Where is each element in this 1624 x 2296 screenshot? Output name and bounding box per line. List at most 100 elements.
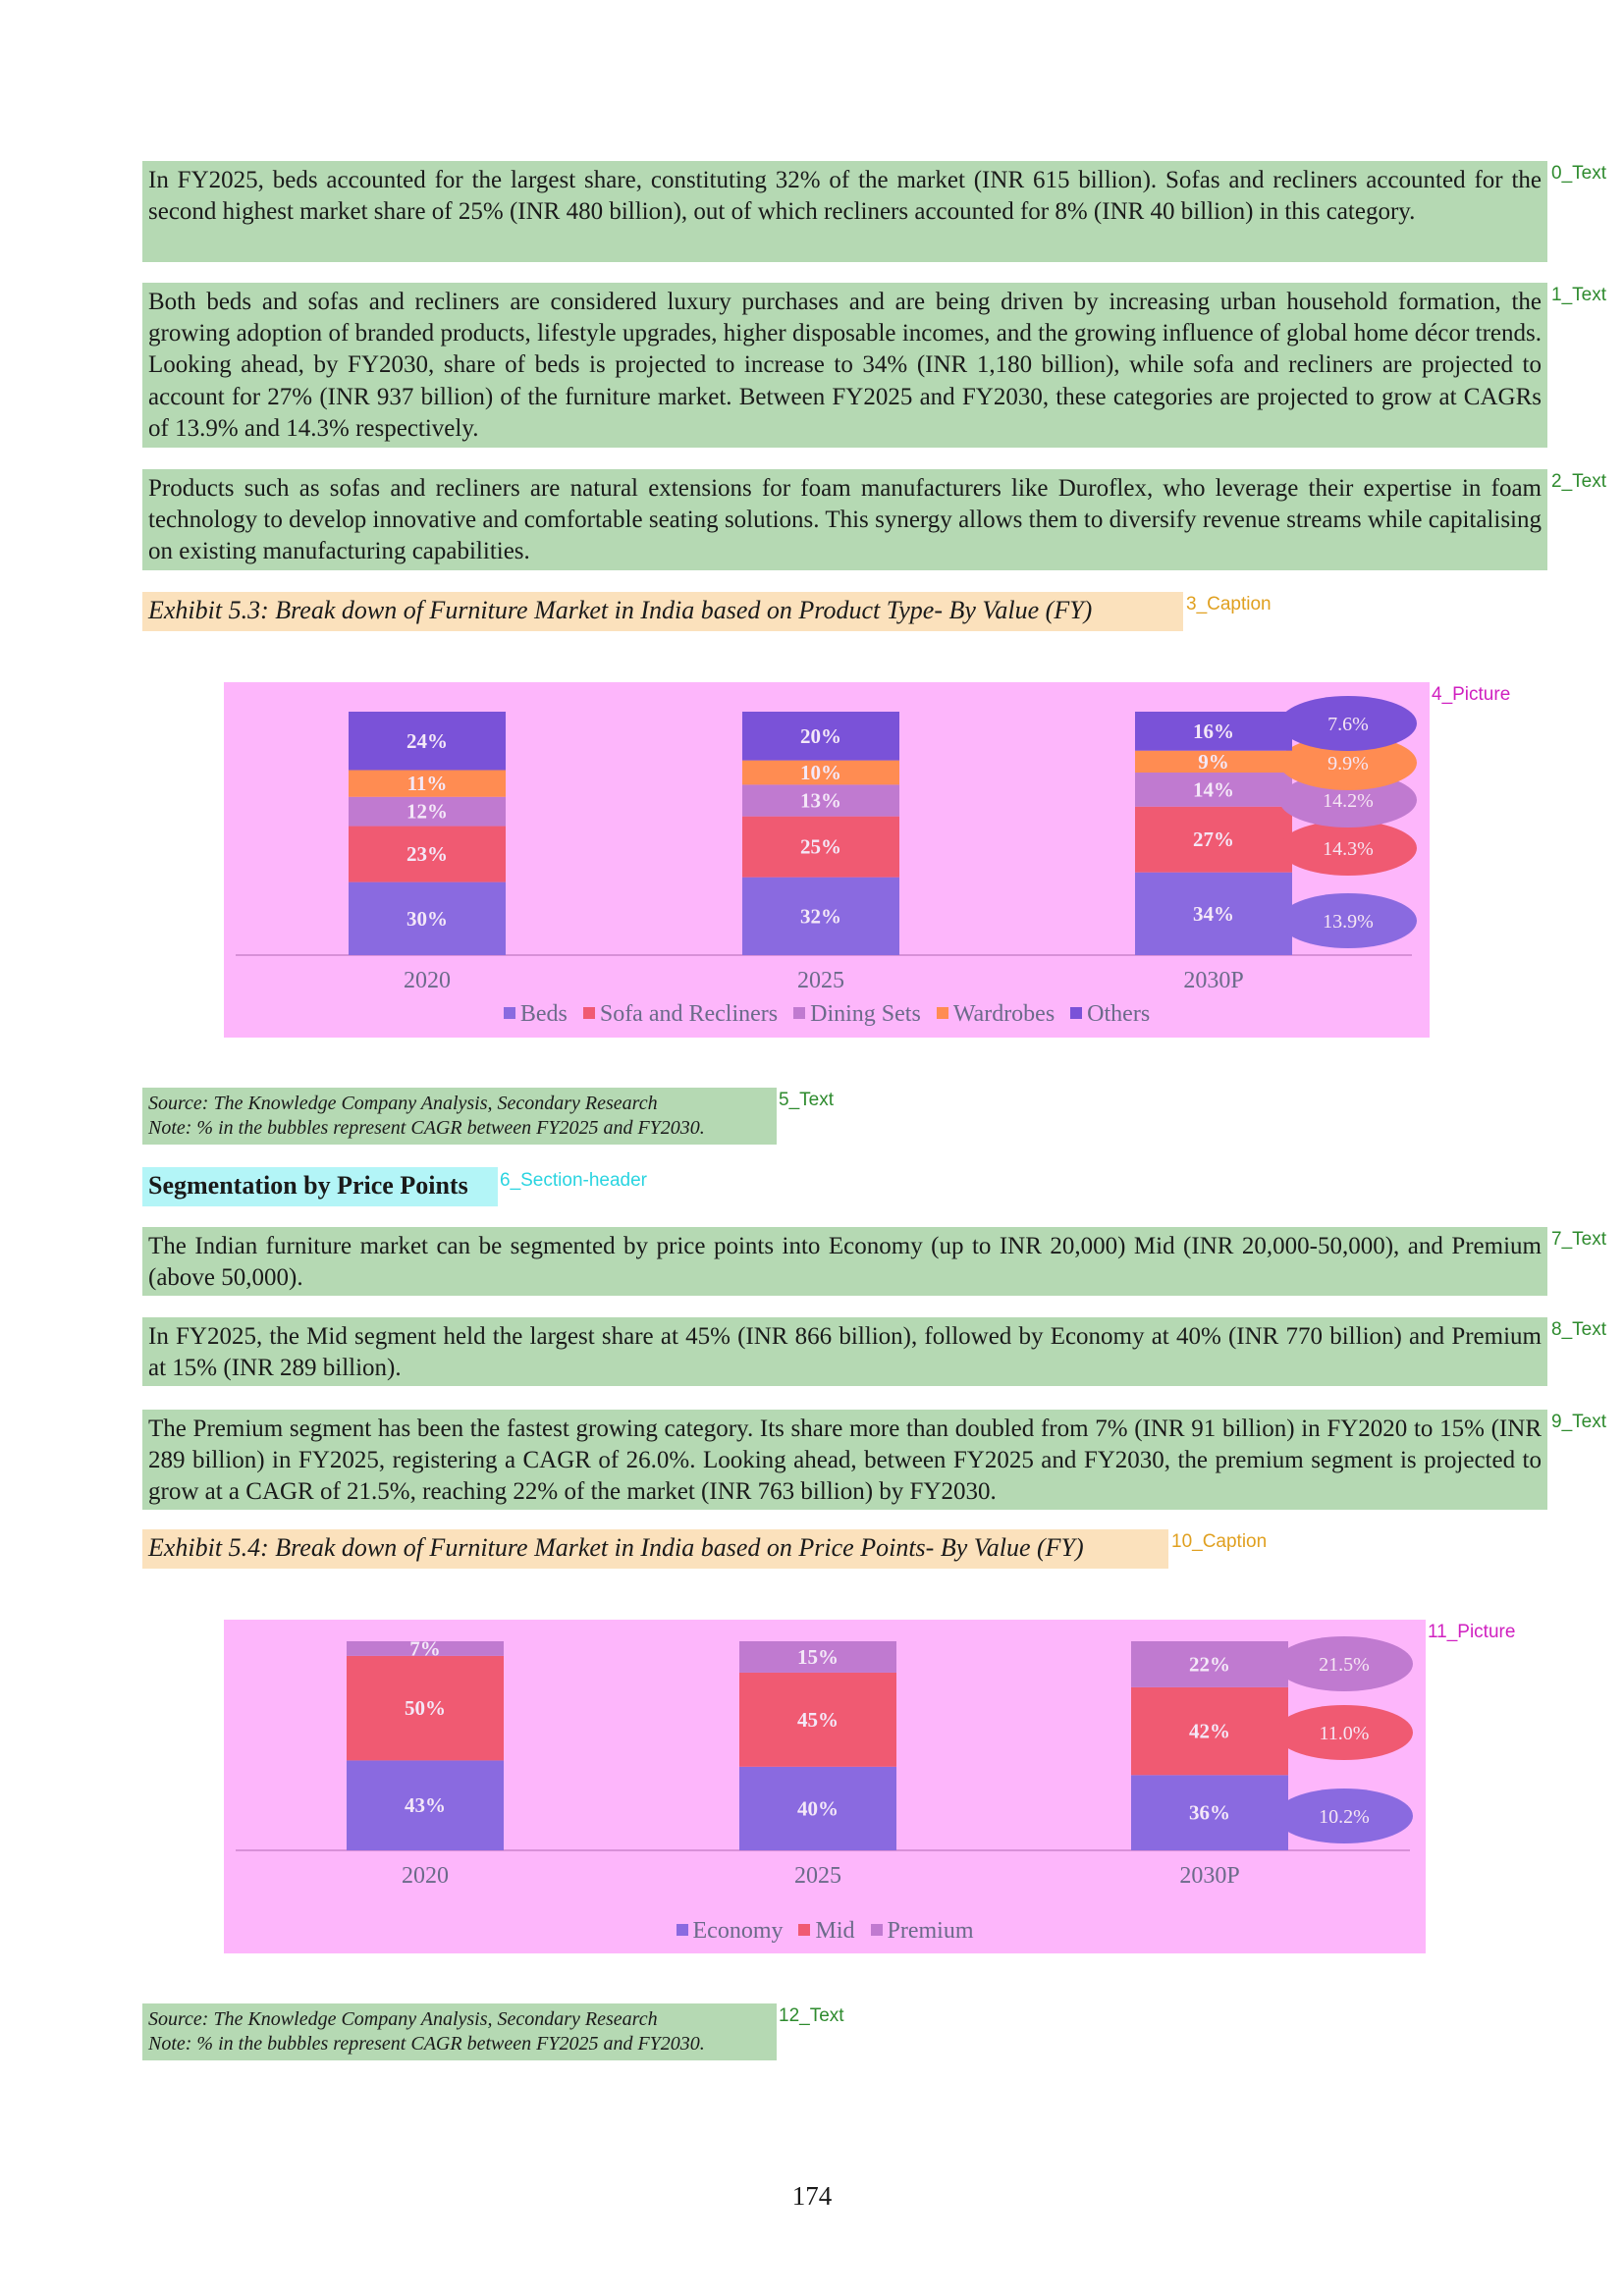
data-label-premium-2025: 15% [797, 1645, 839, 1669]
data-label-economy-2025: 40% [797, 1796, 839, 1820]
source-note-2: Source: The Knowledge Company Analysis, … [142, 2003, 777, 2060]
legend-label-mid: Mid [815, 1918, 855, 1944]
data-label-others-2030p: 16% [1193, 720, 1234, 743]
data-label-economy-2030p: 36% [1189, 1801, 1230, 1825]
legend-item-mid: Mid [798, 1918, 855, 1945]
paragraph-0-text: In FY2025, beds accounted for the larges… [148, 167, 1542, 226]
region-tag-5: 5_Text [779, 1090, 834, 1110]
region-tag-6: 6_Section-header [500, 1170, 647, 1191]
region-tag-8: 8_Text [1551, 1319, 1606, 1340]
paragraph-7: The Indian furniture market can be segme… [142, 1227, 1547, 1296]
source-note-1: Source: The Knowledge Company Analysis, … [142, 1088, 777, 1145]
data-label-mid-2030p: 42% [1189, 1720, 1230, 1743]
section-header-text: Segmentation by Price Points [148, 1171, 468, 1200]
data-label-premium-2030p: 22% [1189, 1652, 1230, 1676]
price-points-chart-svg: 43% 50% 7% 2020 40% 45% 15% 2025 36% 10.2% 42% 11.0… [236, 1636, 1413, 1889]
data-label-dining-sets-2030p: 14% [1193, 777, 1234, 801]
region-tag-11: 11_Picture [1428, 1622, 1516, 1642]
legend-item-premium: Premium [870, 1918, 974, 1945]
region-tag-12: 12_Text [779, 2005, 844, 2026]
legend-item-others: Others [1070, 1001, 1150, 1028]
legend-swatch-beds [503, 1007, 515, 1020]
legend-swatch-premium [870, 1924, 883, 1937]
legend-item-beds: Beds [503, 1001, 568, 1028]
category-label-2025: 2025 [794, 1863, 841, 1889]
data-label-wardrobes-2025: 10% [800, 761, 841, 784]
note-line: Note: % in the bubbles represent CAGR be… [148, 2033, 705, 2055]
cagr-label-wardrobes: 9.9% [1327, 753, 1369, 774]
exhibit-caption-5-3-text: Exhibit 5.3: Break down of Furniture Mar… [148, 596, 1093, 624]
cagr-label-economy: 10.2% [1319, 1806, 1370, 1828]
category-label-2020: 2020 [404, 968, 451, 993]
data-label-wardrobes-2020: 11% [407, 772, 448, 795]
paragraph-7-text: The Indian furniture market can be segme… [148, 1233, 1542, 1292]
price-points-chart: 43% 50% 7% 2020 40% 45% 15% 2025 36% 10.2% 42% 11.0… [224, 1620, 1426, 1953]
cagr-label-dining-sets: 14.2% [1323, 790, 1374, 812]
category-label-2030p: 2030P [1183, 968, 1243, 993]
data-label-dining-sets-2020: 12% [406, 800, 448, 824]
data-label-mid-2020: 50% [405, 1696, 446, 1720]
data-label-beds-2030p: 34% [1193, 902, 1234, 926]
region-tag-10: 10_Caption [1171, 1531, 1268, 1552]
legend-swatch-mid [798, 1924, 811, 1937]
category-label-2030p: 2030P [1179, 1863, 1239, 1889]
data-label-others-2020: 24% [406, 729, 448, 753]
legend-label-beds: Beds [519, 1001, 568, 1027]
cagr-label-others: 7.6% [1327, 714, 1369, 735]
paragraph-0: In FY2025, beds accounted for the larges… [142, 161, 1547, 262]
data-label-others-2025: 20% [800, 724, 841, 748]
legend-swatch-dining-sets [793, 1007, 806, 1020]
region-tag-4: 4_Picture [1432, 684, 1511, 705]
cagr-label-mid: 11.0% [1320, 1723, 1370, 1744]
category-label-2020: 2020 [402, 1863, 449, 1889]
legend-swatch-sofa-and-recliners [582, 1007, 595, 1020]
source-line: Source: The Knowledge Company Analysis, … [148, 1093, 658, 1114]
legend-item-dining-sets: Dining Sets [793, 1001, 921, 1028]
legend-label-wardrobes: Wardrobes [952, 1001, 1056, 1027]
cagr-label-sofa-and-recliners: 14.3% [1323, 838, 1374, 860]
legend-item-sofa-and-recliners: Sofa and Recliners [582, 1001, 779, 1028]
paragraph-9: The Premium segment has been the fastest… [142, 1410, 1547, 1510]
paragraph-9-text: The Premium segment has been the fastest… [148, 1415, 1542, 1506]
data-label-sofa-and-recliners-2030p: 27% [1193, 828, 1234, 851]
cagr-label-premium: 21.5% [1319, 1654, 1370, 1676]
exhibit-caption-5-3: Exhibit 5.3: Break down of Furniture Mar… [142, 592, 1183, 631]
legend-item-economy: Economy [676, 1918, 784, 1945]
region-tag-1: 1_Text [1551, 285, 1606, 305]
data-label-premium-2020: 7% [409, 1636, 441, 1660]
exhibit-caption-5-4: Exhibit 5.4: Break down of Furniture Mar… [142, 1529, 1168, 1569]
legend-label-sofa-and-recliners: Sofa and Recliners [599, 1001, 779, 1027]
paragraph-1: Both beds and sofas and recliners are co… [142, 283, 1547, 448]
cagr-label-beds: 13.9% [1323, 911, 1374, 933]
paragraph-8: In FY2025, the Mid segment held the larg… [142, 1317, 1547, 1386]
data-label-sofa-and-recliners-2020: 23% [406, 842, 448, 866]
legend-label-economy: Economy [692, 1918, 784, 1944]
legend-swatch-economy [676, 1924, 688, 1937]
legend-label-others: Others [1087, 1001, 1151, 1027]
paragraph-8-text: In FY2025, the Mid segment held the larg… [148, 1323, 1542, 1382]
source-line: Source: The Knowledge Company Analysis, … [148, 2008, 658, 2030]
paragraph-2: Products such as sofas and recliners are… [142, 469, 1547, 570]
data-label-beds-2025: 32% [800, 904, 841, 928]
category-label-2025: 2025 [797, 968, 844, 993]
exhibit-caption-5-4-text: Exhibit 5.4: Break down of Furniture Mar… [148, 1533, 1084, 1562]
page-number: 174 [791, 2181, 833, 2211]
data-label-economy-2020: 43% [405, 1793, 446, 1817]
legend-label-premium: Premium [887, 1918, 974, 1944]
region-tag-0: 0_Text [1551, 163, 1606, 184]
section-header: Segmentation by Price Points [142, 1167, 498, 1206]
paragraph-1-text: Both beds and sofas and recliners are co… [148, 289, 1542, 442]
data-label-mid-2025: 45% [797, 1708, 839, 1732]
legend-item-wardrobes: Wardrobes [936, 1001, 1056, 1028]
region-tag-9: 9_Text [1551, 1412, 1606, 1432]
data-label-sofa-and-recliners-2025: 25% [800, 835, 841, 859]
data-label-dining-sets-2025: 13% [800, 789, 841, 813]
product-type-chart-svg: 30% 23% 12% 11% 24% 2020 32% 25% 13% 10% 20% 2025 34… [236, 696, 1417, 993]
legend-swatch-wardrobes [936, 1007, 948, 1020]
region-tag-3: 3_Caption [1186, 594, 1272, 614]
note-line: Note: % in the bubbles represent CAGR be… [148, 1117, 705, 1139]
data-label-wardrobes-2030p: 9% [1198, 750, 1229, 774]
price-points-chart-legend: Economy Mid Premium [224, 1918, 1426, 1945]
product-type-chart-legend: Beds Sofa and Recliners Dining Sets Wardrob… [224, 1001, 1430, 1028]
data-label-beds-2020: 30% [406, 907, 448, 931]
